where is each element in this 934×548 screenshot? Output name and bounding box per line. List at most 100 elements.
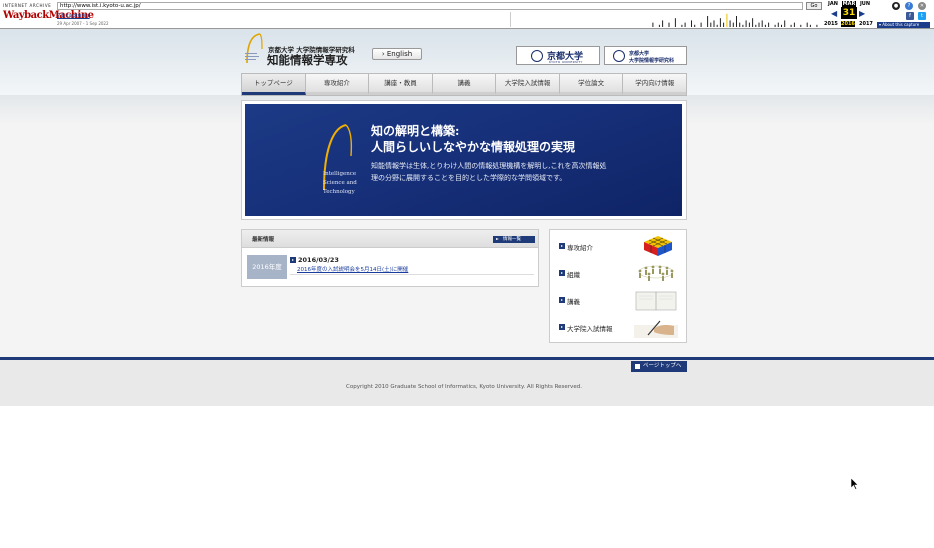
help-icon[interactable]: ? [905, 2, 913, 10]
sparkline-bar [758, 22, 760, 27]
side-item-label: 組織 [567, 271, 580, 279]
sparkline-bar [736, 16, 737, 27]
nav-admissions[interactable]: 大学院入試情報 [496, 74, 560, 95]
sparkline-bar [777, 22, 779, 27]
sparkline-bar [745, 20, 747, 27]
month-prev[interactable]: JAN [826, 1, 840, 7]
sparkline-bar [658, 24, 660, 27]
sparkline-bar [768, 22, 770, 27]
informatics-logo-line2: 大学院情報学研究科 [629, 58, 675, 64]
year-next[interactable]: 2017 [859, 21, 873, 27]
english-button[interactable]: › English [372, 48, 422, 60]
sparkline-bar [748, 22, 750, 27]
sparkline-bar [774, 24, 776, 27]
kyoto-logo-en: KYOTO UNIVERSITY [549, 60, 583, 64]
news-bullet-icon [290, 257, 296, 263]
sparkline-bar [668, 22, 670, 27]
sparkline-bar [781, 24, 782, 27]
hero-title-line1: 知の解明と構築: [371, 124, 460, 138]
close-icon[interactable]: ✕ [918, 2, 926, 10]
sparkline-bar [700, 22, 702, 27]
page-top-button[interactable]: ページトップへ [631, 361, 687, 372]
hand-writing-icon [634, 320, 678, 338]
wayback-logo[interactable]: INTERNET ARCHIVE WaybackMachine [3, 3, 94, 25]
informatics-logo[interactable]: 京都大学 大学院情報学研究科 [604, 46, 687, 65]
year-current: 2016 [841, 21, 855, 27]
wayback-sparkline[interactable] [510, 12, 825, 27]
nav-lectures[interactable]: 講義 [432, 74, 497, 95]
side-item-organization[interactable]: 組織 [550, 259, 686, 286]
arrow-bullet-icon [559, 324, 565, 330]
sparkline-bar [755, 24, 757, 27]
news-view-all-button[interactable]: 情報一覧 [493, 236, 535, 243]
sparkline-bar [739, 22, 741, 27]
sparkline-bar [800, 24, 802, 27]
sparkline-bar [662, 20, 664, 27]
sparkline-bar [793, 22, 795, 27]
about-capture-button[interactable]: ▾ About this capture [877, 22, 930, 28]
sparkline-bar [732, 22, 734, 27]
capture-day: 31 [841, 7, 857, 19]
sparkline-bar [716, 24, 718, 27]
news-date: 2016/03/23 [298, 256, 339, 264]
month-next[interactable]: JUN [858, 1, 872, 7]
side-item-lectures[interactable]: 講義 [550, 286, 686, 313]
wayback-capture-range: 29 Apr 2007 - 1 Sep 2022 [57, 21, 109, 26]
arrow-bullet-icon [559, 297, 565, 303]
kyoto-university-logo[interactable]: 京都大学 KYOTO UNIVERSITY [516, 46, 600, 65]
sparkline-bar [723, 22, 725, 27]
side-menu: 専攻紹介 組織 講義 大学院入試情報 [549, 229, 687, 343]
hero-title-line2: 人間らしいしなやかな情報処理の実現 [371, 140, 576, 154]
english-button-label: English [386, 50, 413, 58]
sparkline-bar [790, 24, 792, 27]
facebook-icon[interactable]: f [906, 12, 914, 20]
about-capture-label: About this capture [882, 22, 920, 27]
next-capture-icon[interactable]: ▶ [859, 9, 865, 18]
sparkline-svg [652, 13, 818, 27]
sparkline-bar [764, 24, 766, 27]
sparkline-bar [806, 22, 808, 27]
informatics-emblem-icon [613, 50, 625, 62]
site-logo[interactable]: 京都大学 大学院情報学研究科 知能情報学専攻 [244, 33, 364, 67]
sparkline-bar [784, 20, 786, 27]
sparkline-bar [809, 24, 811, 27]
nav-faculty[interactable]: 講座・教員 [369, 74, 433, 95]
sparkline-bar [742, 24, 744, 27]
nav-theses[interactable]: 学位論文 [559, 74, 624, 95]
wayback-url-input[interactable]: http://www.ist.i.kyoto-u.ac.jp/ [57, 2, 803, 10]
wayback-logo-top: INTERNET ARCHIVE [3, 3, 52, 8]
sparkline-bar [710, 22, 712, 27]
informatics-logo-line1: 京都大学 [629, 51, 650, 57]
notebook-icon [635, 291, 677, 311]
user-icon[interactable]: ● [892, 2, 900, 10]
side-item-admissions[interactable]: 大学院入試情報 [550, 313, 686, 340]
prev-capture-icon[interactable]: ◀ [831, 9, 837, 18]
news-item-link[interactable]: 2016年度の入試説明会を5月14日(土)に開催 [297, 265, 408, 273]
footer [0, 360, 934, 406]
people-circle-icon [638, 265, 674, 281]
arrow-bullet-icon [559, 243, 565, 249]
side-item-about[interactable]: 専攻紹介 [550, 232, 686, 259]
nav-internal[interactable]: 学内向け情報 [623, 74, 687, 95]
sparkline-bar [684, 22, 686, 27]
department-title: 知能情報学専攻 [267, 53, 348, 67]
rubiks-cube-icon [644, 236, 672, 256]
main-nav: トップページ 専攻紹介 講座・教員 講義 大学院入試情報 学位論文 学内向け情報 [241, 73, 687, 96]
sparkline-bar [752, 18, 754, 27]
news-panel: 最新情報 情報一覧 2016年度 2016/03/23 2016年度の入試説明会… [241, 229, 539, 287]
side-item-label: 講義 [567, 298, 580, 306]
sparkline-bar [719, 18, 721, 27]
sparkline-bar [729, 20, 731, 27]
sparkline-bar [694, 24, 696, 27]
hero-logo-text: Intelligence Science and Technology [323, 171, 357, 195]
hero-description: 知能情報学は生体,とりわけ人間の情報処理機構を解明し,これを高次情報処理の分野に… [371, 162, 607, 182]
nav-about[interactable]: 専攻紹介 [305, 74, 370, 95]
year-prev[interactable]: 2015 [824, 21, 838, 27]
news-header: 最新情報 情報一覧 [242, 230, 538, 248]
news-title: 最新情報 [252, 237, 275, 243]
wayback-go-button[interactable]: Go [806, 2, 822, 10]
wayback-captures-link[interactable]: 71 captures [57, 13, 90, 19]
twitter-icon[interactable]: t [918, 12, 926, 20]
nav-top-page[interactable]: トップページ [242, 74, 306, 95]
sparkline-bar [652, 22, 654, 27]
